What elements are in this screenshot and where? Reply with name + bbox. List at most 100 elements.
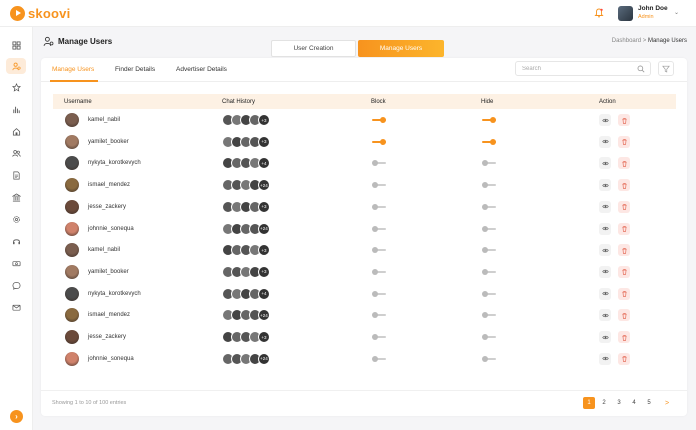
user-creation-button[interactable]: User Creation	[271, 40, 356, 57]
page-2-button[interactable]: 2	[598, 397, 610, 409]
delete-button[interactable]	[618, 179, 630, 192]
delete-button[interactable]	[618, 331, 630, 343]
chat-count-badge: +3	[258, 135, 270, 148]
users-icon[interactable]	[6, 145, 26, 161]
avatar	[65, 221, 79, 236]
search-icon[interactable]	[637, 65, 645, 73]
delete-button[interactable]	[618, 244, 630, 257]
page-1-button[interactable]: 1	[583, 397, 595, 409]
hide-toggle[interactable]	[482, 312, 496, 319]
expand-sidebar-button[interactable]: ›	[10, 410, 23, 423]
view-button[interactable]	[599, 179, 611, 192]
delete-button[interactable]	[618, 287, 630, 300]
user-profile-menu[interactable]: John Doe Admin ⌄	[618, 5, 679, 21]
block-toggle[interactable]	[372, 225, 386, 232]
block-toggle[interactable]	[372, 117, 386, 123]
hide-toggle[interactable]	[482, 334, 496, 340]
block-toggle[interactable]	[372, 247, 386, 254]
trash-icon	[621, 182, 627, 189]
eye-icon	[601, 357, 609, 361]
hide-toggle[interactable]	[482, 160, 496, 167]
avatar	[618, 5, 633, 21]
delete-button[interactable]	[618, 157, 630, 170]
delete-button[interactable]	[618, 309, 630, 322]
next-page-button[interactable]: >	[661, 397, 673, 409]
settings-icon[interactable]	[6, 211, 26, 227]
block-toggle[interactable]	[372, 182, 386, 189]
trash-icon	[621, 269, 627, 275]
brand-logo[interactable]: skoovi	[10, 6, 70, 21]
page-3-button[interactable]: 3	[613, 397, 625, 409]
manage-users-icon	[43, 36, 54, 47]
hide-toggle[interactable]	[482, 268, 496, 275]
users-card: Manage Users Finder Details Advertiser D…	[41, 58, 687, 416]
headset-icon[interactable]	[6, 233, 26, 249]
hide-toggle[interactable]	[482, 117, 496, 123]
delete-button[interactable]	[618, 352, 630, 365]
hide-toggle[interactable]	[482, 247, 496, 254]
view-button[interactable]	[599, 265, 611, 278]
filter-button[interactable]	[658, 61, 674, 76]
view-button[interactable]	[599, 309, 611, 322]
column-block: Block	[371, 99, 386, 105]
hide-toggle[interactable]	[482, 225, 496, 232]
money-icon[interactable]	[6, 255, 26, 271]
view-button[interactable]	[599, 352, 611, 365]
hide-toggle[interactable]	[482, 138, 496, 145]
bank-icon[interactable]	[6, 189, 26, 205]
trash-icon	[621, 312, 627, 319]
block-toggle[interactable]	[372, 312, 386, 319]
hide-toggle[interactable]	[482, 290, 496, 297]
home-icon[interactable]	[6, 123, 26, 139]
chat-icon[interactable]	[6, 277, 26, 293]
view-button[interactable]	[599, 157, 611, 170]
delete-button[interactable]	[618, 265, 630, 278]
view-button[interactable]	[599, 135, 611, 148]
view-button[interactable]	[599, 287, 611, 300]
bell-icon[interactable]	[594, 8, 604, 18]
view-button[interactable]	[599, 114, 611, 126]
manage-users-icon[interactable]	[6, 58, 26, 74]
block-toggle[interactable]	[372, 268, 386, 275]
chevron-down-icon[interactable]: ⌄	[674, 9, 679, 16]
username: jesse_zackery	[88, 334, 127, 340]
tab-manage-users[interactable]: Manage Users	[52, 66, 94, 73]
tab-finder-details[interactable]: Finder Details	[115, 66, 155, 73]
username: nykyta_korotkevych	[88, 290, 141, 297]
hide-toggle[interactable]	[482, 182, 496, 189]
delete-button[interactable]	[618, 200, 630, 213]
trash-icon	[621, 160, 627, 167]
delete-button[interactable]	[618, 114, 630, 126]
block-toggle[interactable]	[372, 160, 386, 167]
view-button[interactable]	[599, 222, 611, 235]
block-toggle[interactable]	[372, 334, 386, 340]
hide-toggle[interactable]	[482, 355, 496, 362]
block-toggle[interactable]	[372, 355, 386, 362]
view-button[interactable]	[599, 200, 611, 213]
mail-icon[interactable]	[6, 299, 26, 315]
chat-count-badge: +24	[258, 309, 270, 322]
document-icon[interactable]	[6, 167, 26, 183]
brand-name: skoovi	[28, 6, 71, 21]
bar-chart-icon[interactable]	[6, 101, 26, 117]
page-5-button[interactable]: 5	[643, 397, 655, 409]
manage-users-button[interactable]: Manage Users	[358, 40, 444, 57]
delete-button[interactable]	[618, 222, 630, 235]
avatar	[65, 156, 79, 171]
block-toggle[interactable]	[372, 290, 386, 297]
view-button[interactable]	[599, 331, 611, 343]
hide-toggle[interactable]	[482, 203, 496, 210]
username: ismael_mendez	[88, 182, 131, 189]
dashboard-icon[interactable]	[6, 37, 26, 53]
tab-advertiser-details[interactable]: Advertiser Details	[176, 66, 227, 73]
block-toggle[interactable]	[372, 138, 386, 145]
delete-button[interactable]	[618, 135, 630, 148]
breadcrumb-root[interactable]: Dashboard	[612, 38, 641, 44]
avatar	[65, 264, 79, 279]
search-input[interactable]	[522, 62, 632, 75]
eye-icon	[601, 291, 609, 296]
block-toggle[interactable]	[372, 203, 386, 210]
star-icon[interactable]	[6, 79, 26, 95]
view-button[interactable]	[599, 244, 611, 257]
page-4-button[interactable]: 4	[628, 397, 640, 409]
